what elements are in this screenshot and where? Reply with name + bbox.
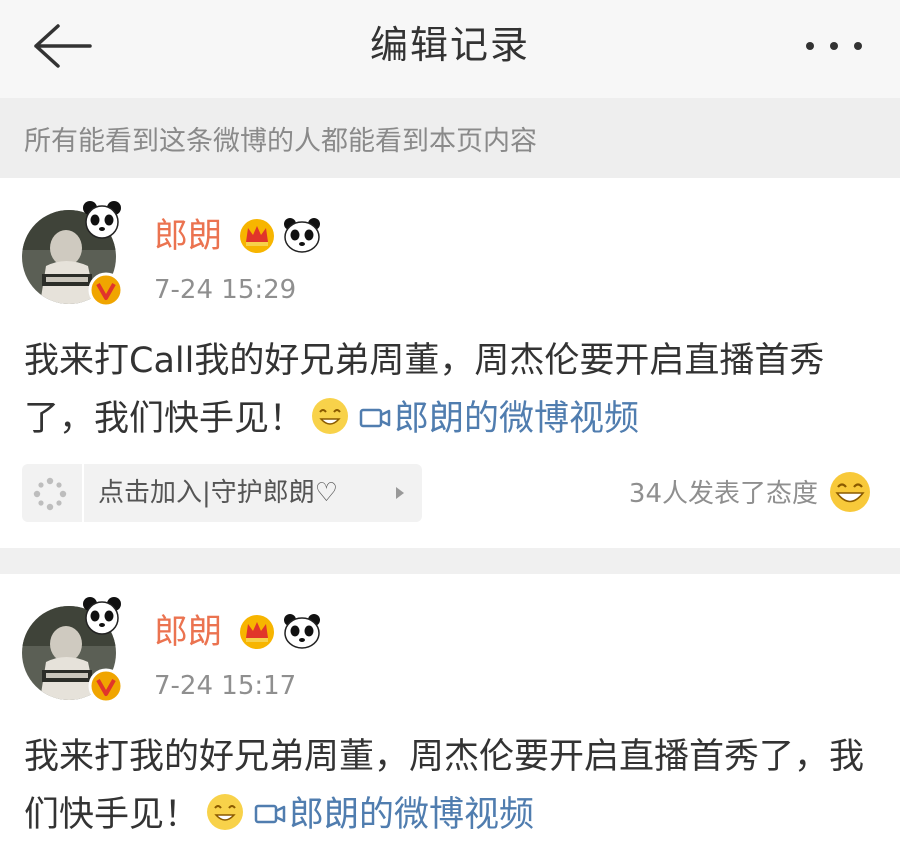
edit-record-card: 郎朗 7-24 15:29 我来打Call我的好兄弟周董，周杰伦要开启直播首秀了…: [0, 178, 900, 548]
sparkle-icon: [33, 477, 67, 511]
edit-record-card: 郎朗 7-24 15:17 我来打我的好兄弟周董，周杰伦要开启直播首秀了，我们快…: [0, 574, 900, 862]
post-time: 7-24 15:29: [154, 275, 297, 305]
more-dots-icon[interactable]: [804, 40, 864, 52]
grin-emoji-icon: [312, 398, 349, 434]
video-camera-icon: [254, 804, 286, 824]
chevron-right-icon: [396, 487, 404, 499]
laugh-emoji-icon[interactable]: [828, 470, 872, 514]
crown-icon[interactable]: [238, 612, 276, 650]
post-body: 我来打Call我的好兄弟周董，周杰伦要开启直播首秀了，我们快手见！ 郎朗的微博视…: [24, 332, 884, 448]
post-time: 7-24 15:17: [154, 671, 297, 701]
video-link-label: 郎朗的微博视频: [289, 795, 535, 835]
panda-icon[interactable]: [282, 216, 322, 254]
video-link[interactable]: 郎朗的微博视频: [358, 399, 639, 439]
avatar[interactable]: [22, 198, 124, 308]
panda-sticker-icon: [83, 597, 121, 635]
guard-join-button[interactable]: 点击加入|守护郎朗♡: [22, 464, 422, 522]
notice-text: 所有能看到这条微博的人都能看到本页内容: [24, 126, 537, 157]
guard-chip-label: 点击加入|守护郎朗♡: [98, 478, 339, 508]
avatar[interactable]: [22, 594, 124, 704]
page-title: 编辑记录: [369, 23, 530, 67]
user-name[interactable]: 郎朗: [154, 610, 222, 654]
visibility-notice: 所有能看到这条微博的人都能看到本页内容: [0, 98, 900, 178]
video-camera-icon: [359, 408, 391, 428]
top-bar: 编辑记录: [0, 0, 900, 98]
panda-icon[interactable]: [282, 612, 322, 650]
post-body: 我来打我的好兄弟周董，周杰伦要开启直播首秀了，我们快手见！ 郎朗的微博视频: [24, 728, 884, 844]
chip-divider: [82, 464, 84, 522]
crown-icon[interactable]: [238, 216, 276, 254]
verified-badge-icon: [88, 668, 124, 704]
card-separator: [0, 548, 900, 574]
verified-badge-icon: [88, 272, 124, 308]
grin-emoji-icon: [207, 794, 244, 830]
user-name[interactable]: 郎朗: [154, 214, 222, 258]
reaction-count[interactable]: 34人发表了态度: [629, 476, 818, 512]
video-link-label: 郎朗的微博视频: [394, 399, 640, 439]
video-link[interactable]: 郎朗的微博视频: [253, 795, 534, 835]
panda-sticker-icon: [83, 201, 121, 239]
